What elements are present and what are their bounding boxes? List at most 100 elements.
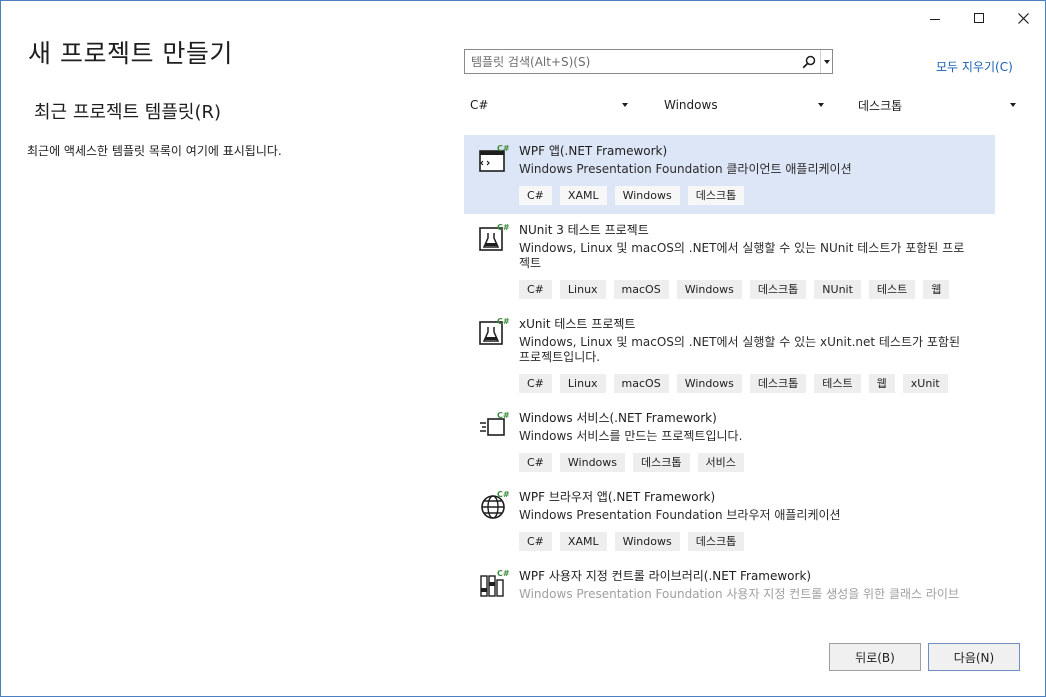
windows-service-icon: C# bbox=[478, 410, 510, 442]
template-tag: 데스크톱 bbox=[687, 186, 745, 205]
chevron-down-icon bbox=[823, 59, 830, 64]
template-tags: C# XAML Windows 데스크톱 bbox=[519, 532, 985, 560]
template-description: Windows Presentation Foundation 브라우저 애플리… bbox=[519, 508, 985, 523]
wpf-app-icon: C# bbox=[478, 143, 510, 175]
template-tags: C# XAML Windows 데스크톱 bbox=[519, 186, 985, 214]
template-description: Windows Presentation Foundation 사용자 지정 컨… bbox=[519, 587, 985, 602]
template-search-box bbox=[464, 49, 833, 74]
svg-text:C#: C# bbox=[497, 569, 510, 578]
template-tags: C# Windows 데스크톱 서비스 bbox=[519, 453, 985, 481]
template-description-line: Windows Presentation Foundation 클라이언트 애플… bbox=[519, 162, 852, 176]
template-item[interactable]: C# xUnit 테스트 프로젝트 Windows, Linux 및 macOS의 … bbox=[464, 308, 995, 402]
template-tag: Windows bbox=[676, 374, 742, 393]
next-button[interactable]: 다음(N) bbox=[928, 643, 1020, 671]
template-tag: 테스트 bbox=[868, 280, 916, 299]
template-tag: 웹 bbox=[868, 374, 895, 393]
template-tags: C# Linux macOS Windows 데스크톱 NUnit 테스트 웹 bbox=[519, 280, 985, 308]
template-tag: C# bbox=[519, 453, 552, 472]
minimize-button[interactable] bbox=[913, 1, 957, 35]
close-button[interactable] bbox=[1001, 1, 1045, 35]
template-item[interactable]: C# Windows 서비스(.NET Framework) Windows 서비스… bbox=[464, 402, 995, 481]
template-tag: Windows bbox=[559, 453, 626, 472]
language-filter-value: C# bbox=[470, 98, 489, 112]
template-tag: Windows bbox=[676, 280, 742, 299]
template-list[interactable]: C# WPF 앱(.NET Framework) Windows Presentat… bbox=[464, 135, 995, 614]
template-tag: C# bbox=[519, 280, 552, 299]
template-description-line: 젝트 bbox=[519, 256, 542, 270]
template-tag: 데스크톱 bbox=[749, 374, 807, 393]
template-description-line: Windows, Linux 및 macOS의 .NET에서 실행할 수 있는 … bbox=[519, 335, 960, 349]
chevron-down-icon bbox=[1010, 103, 1016, 107]
maximize-icon bbox=[974, 13, 984, 23]
template-tag: Windows bbox=[614, 186, 680, 205]
template-tag: Linux bbox=[559, 280, 606, 299]
minimize-icon bbox=[930, 18, 940, 20]
project-type-filter-dropdown[interactable]: 데스크톱 bbox=[852, 93, 1022, 117]
search-icon bbox=[802, 55, 816, 68]
template-search-input[interactable] bbox=[465, 50, 798, 73]
recent-templates-empty-message: 최근에 액세스한 템플릿 목록이 여기에 표시됩니다. bbox=[27, 144, 282, 158]
template-tag: Linux bbox=[559, 374, 606, 393]
clear-all-link[interactable]: 모두 지우기(C) bbox=[936, 58, 1013, 75]
template-tag: 웹 bbox=[923, 280, 950, 299]
recent-templates-heading: 최근 프로젝트 템플릿(R) bbox=[34, 102, 222, 123]
template-tag: C# bbox=[519, 532, 552, 551]
page-title: 새 프로젝트 만들기 bbox=[28, 39, 233, 68]
template-description-line: Windows Presentation Foundation 브라우저 애플리… bbox=[519, 508, 841, 522]
template-tag: 데스크톱 bbox=[633, 453, 690, 472]
template-tag: macOS bbox=[613, 374, 669, 393]
window-controls bbox=[913, 1, 1045, 35]
language-filter-dropdown[interactable]: C# bbox=[464, 93, 634, 117]
template-tag: 데스크톱 bbox=[749, 280, 807, 299]
globe-icon: C# bbox=[478, 489, 510, 521]
platform-filter-dropdown[interactable]: Windows bbox=[658, 93, 830, 117]
control-library-icon: C# bbox=[478, 568, 510, 600]
template-description-line: 프로젝트입니다. bbox=[519, 350, 601, 364]
template-title: WPF 앱(.NET Framework) bbox=[519, 144, 668, 158]
template-tag: xUnit bbox=[902, 374, 948, 393]
platform-filter-value: Windows bbox=[664, 98, 718, 112]
chevron-down-icon bbox=[622, 103, 628, 107]
template-tag: macOS bbox=[613, 280, 669, 299]
template-title: WPF 사용자 지정 컨트롤 라이브러리(.NET Framework) bbox=[519, 569, 812, 583]
maximize-button[interactable] bbox=[957, 1, 1001, 35]
template-tag: 데스크톱 bbox=[687, 532, 745, 551]
svg-text:C#: C# bbox=[497, 144, 510, 153]
template-description: Windows, Linux 및 macOS의 .NET에서 실행할 수 있는 … bbox=[519, 335, 985, 365]
test-flask-icon: C# bbox=[478, 316, 510, 348]
create-project-dialog: 새 프로젝트 만들기 최근 프로젝트 템플릿(R) 최근에 액세스한 템플릿 목… bbox=[0, 0, 1046, 697]
project-type-filter-value: 데스크톱 bbox=[858, 98, 903, 113]
template-item[interactable]: C# WPF 브라우저 앱(.NET Framework) Windows Pres… bbox=[464, 481, 995, 560]
template-tag: XAML bbox=[559, 186, 607, 205]
search-options-dropdown[interactable] bbox=[820, 50, 832, 73]
template-tag: XAML bbox=[559, 532, 607, 551]
template-description: Windows 서비스를 만드는 프로젝트입니다. bbox=[519, 429, 985, 444]
template-item[interactable]: C# NUnit 3 테스트 프로젝트 Windows, Linux 및 macOS… bbox=[464, 214, 995, 308]
search-button[interactable] bbox=[798, 50, 820, 73]
svg-text:C#: C# bbox=[497, 490, 510, 499]
template-item[interactable]: C# WPF 사용자 지정 컨트롤 라이브러리(.NET Framework) Wi… bbox=[464, 560, 995, 602]
template-title: xUnit 테스트 프로젝트 bbox=[519, 317, 636, 331]
svg-text:C#: C# bbox=[497, 317, 510, 326]
template-item[interactable]: C# WPF 앱(.NET Framework) Windows Presentat… bbox=[464, 135, 995, 214]
template-tag: 테스트 bbox=[814, 374, 861, 393]
template-tag: 서비스 bbox=[697, 453, 744, 472]
template-description-line: Windows, Linux 및 macOS의 .NET에서 실행할 수 있는 … bbox=[519, 241, 965, 255]
template-tag: Windows bbox=[614, 532, 680, 551]
template-description: Windows Presentation Foundation 클라이언트 애플… bbox=[519, 162, 985, 177]
template-tags: C# Linux macOS Windows 데스크톱 테스트 웹 xUnit bbox=[519, 374, 985, 402]
close-icon bbox=[1017, 12, 1029, 24]
template-description-line: Windows 서비스를 만드는 프로젝트입니다. bbox=[519, 429, 743, 443]
chevron-down-icon bbox=[818, 103, 824, 107]
template-description: Windows, Linux 및 macOS의 .NET에서 실행할 수 있는 … bbox=[519, 241, 985, 271]
svg-text:C#: C# bbox=[497, 223, 510, 232]
template-tag: C# bbox=[519, 186, 552, 205]
template-title: Windows 서비스(.NET Framework) bbox=[519, 411, 717, 425]
test-flask-icon: C# bbox=[478, 222, 510, 254]
template-description-line: Windows Presentation Foundation 사용자 지정 컨… bbox=[519, 587, 960, 601]
template-tag: NUnit bbox=[814, 280, 861, 299]
template-title: WPF 브라우저 앱(.NET Framework) bbox=[519, 490, 716, 504]
back-button[interactable]: 뒤로(B) bbox=[829, 643, 921, 671]
svg-text:C#: C# bbox=[497, 411, 510, 420]
template-title: NUnit 3 테스트 프로젝트 bbox=[519, 223, 649, 237]
